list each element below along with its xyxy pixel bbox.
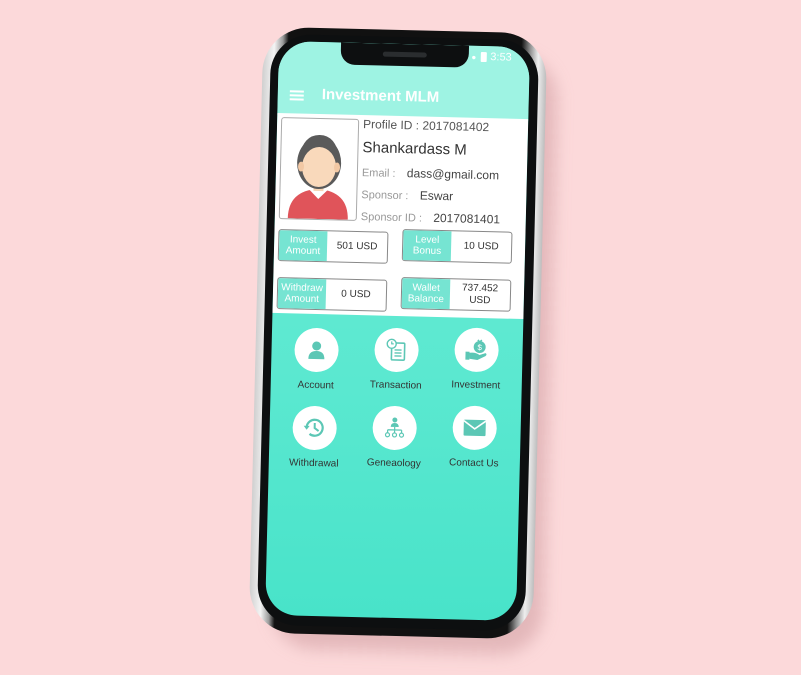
email-row: Email : dass@gmail.com	[362, 165, 523, 183]
profile-info: Profile ID : 2017081402 Shankardass M Em…	[360, 117, 524, 235]
menu-label: Contact Us	[448, 457, 499, 470]
phone-bezel: Investment MLM ● 3:53 Profile ID: 20170…	[256, 33, 540, 632]
menu-transaction[interactable]: Transaction	[357, 327, 437, 392]
hamburger-icon[interactable]	[289, 90, 304, 101]
menu-label: Investment	[451, 379, 501, 392]
withdrawal-icon	[303, 418, 324, 437]
stat-label: Withdraw Amount	[277, 278, 327, 310]
stat-label: Invest Amount	[278, 230, 328, 262]
menu-investment[interactable]: $ Investment	[437, 327, 517, 392]
sponsor-id-value: 2017081401	[433, 210, 501, 227]
profile-id-row: Profile ID : 2017081402	[363, 117, 524, 135]
avatar-icon	[287, 135, 348, 220]
transaction-icon	[386, 338, 406, 361]
menu-genealogy[interactable]: Geneaology	[355, 405, 435, 470]
profile-id-value: 2017081402	[422, 118, 490, 135]
stat-label: Level Bonus	[402, 230, 452, 262]
menu-label: Account	[297, 379, 334, 392]
stat-withdraw-amount: Withdraw Amount 0 USD	[276, 277, 388, 312]
email-label: Email :	[361, 167, 396, 180]
menu-contact-us[interactable]: Contact Us	[435, 405, 515, 470]
genealogy-icon	[384, 417, 405, 438]
avatar	[278, 117, 360, 221]
battery-icon	[480, 51, 487, 63]
menu-label: Geneaology	[366, 457, 421, 470]
stat-wallet-balance: Wallet Balance 737.452 USD	[400, 277, 512, 312]
investment-icon: $	[465, 339, 487, 360]
sponsor-row: Sponsor : Eswar	[361, 187, 522, 205]
signal-icon: ●	[471, 52, 477, 62]
menu-withdrawal[interactable]: Withdrawal	[275, 405, 355, 470]
stat-value: 501 USD	[336, 240, 378, 253]
status-time: 3:53	[490, 51, 512, 64]
stat-value: 0 USD	[341, 288, 371, 301]
sponsor-value: Eswar	[419, 188, 454, 204]
phone-frame: Investment MLM ● 3:53 Profile ID: 20170…	[248, 26, 548, 640]
menu-label: Withdrawal	[288, 457, 339, 470]
speaker-grille	[382, 51, 427, 58]
stat-level-bonus: Level Bonus 10 USD	[401, 229, 513, 264]
menu-label: Transaction	[369, 379, 422, 392]
profile-card: Profile ID : 2017081402 Shankardass M Em…	[272, 112, 529, 320]
menu-account[interactable]: Account	[277, 327, 357, 392]
sponsor-label: Sponsor :	[361, 189, 409, 203]
stat-label: Wallet Balance	[401, 278, 451, 310]
account-icon	[308, 341, 325, 360]
stat-value: 10 USD	[463, 240, 499, 253]
profile-id-label: Profile ID :	[362, 117, 420, 133]
stat-invest-amount: Invest Amount 501 USD	[277, 229, 389, 264]
sponsor-id-label: Sponsor ID :	[360, 211, 423, 225]
app-title: Investment MLM	[321, 86, 440, 106]
contact-icon	[463, 419, 487, 437]
status-bar: ● 3:53	[471, 50, 512, 65]
profile-name: Shankardass M	[362, 139, 467, 159]
svg-text:$: $	[477, 343, 482, 352]
app-screen: Investment MLM ● 3:53 Profile ID: 20170…	[265, 41, 531, 621]
stat-value: 737.452 USD	[461, 282, 499, 307]
email-value: dass@gmail.com	[406, 166, 500, 183]
sponsor-id-row: Sponsor ID : 2017081401	[361, 209, 522, 227]
menu-grid: Account Transaction $ Investment Withdra…	[272, 327, 523, 470]
